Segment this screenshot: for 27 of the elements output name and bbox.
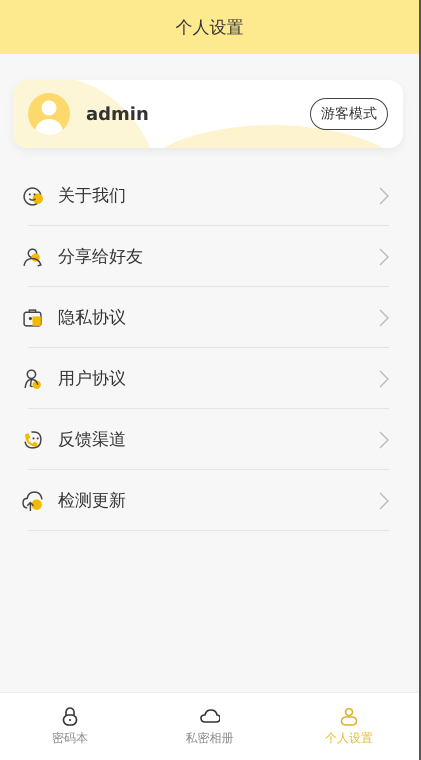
chevron-icon — [379, 430, 389, 448]
avatar-icon — [28, 93, 70, 135]
share-icon — [22, 246, 44, 268]
menu-item[interactable]: 用户协议 — [0, 348, 419, 409]
page-title: 个人设置 — [176, 16, 244, 38]
smile-icon — [22, 184, 44, 206]
chevron-icon — [379, 492, 389, 510]
chevron-icon — [379, 308, 389, 326]
privacy-icon — [22, 306, 44, 328]
username: admin — [86, 104, 150, 124]
cloud-icon — [200, 706, 220, 726]
menu-item[interactable]: 反馈渠道 — [0, 409, 419, 470]
update-icon — [22, 490, 44, 512]
menu-item[interactable]: 分享给好友 — [0, 226, 419, 287]
chevron-icon — [379, 370, 389, 388]
lock-icon — [60, 706, 80, 726]
chevron-icon — [379, 248, 389, 266]
tab[interactable]: 私密相册 — [140, 693, 280, 760]
menu-item[interactable]: 关于我们 — [0, 165, 419, 226]
feedback-icon — [22, 428, 44, 450]
guest-mode-button[interactable]: 游客模式 — [310, 98, 388, 130]
user-icon — [22, 368, 44, 390]
menu-item[interactable]: 隐私协议 — [0, 287, 419, 348]
menu-item[interactable]: 检测更新 — [0, 470, 419, 531]
chevron-icon — [379, 186, 389, 204]
person-icon — [339, 706, 360, 726]
tab[interactable]: 密码本 — [0, 693, 140, 760]
